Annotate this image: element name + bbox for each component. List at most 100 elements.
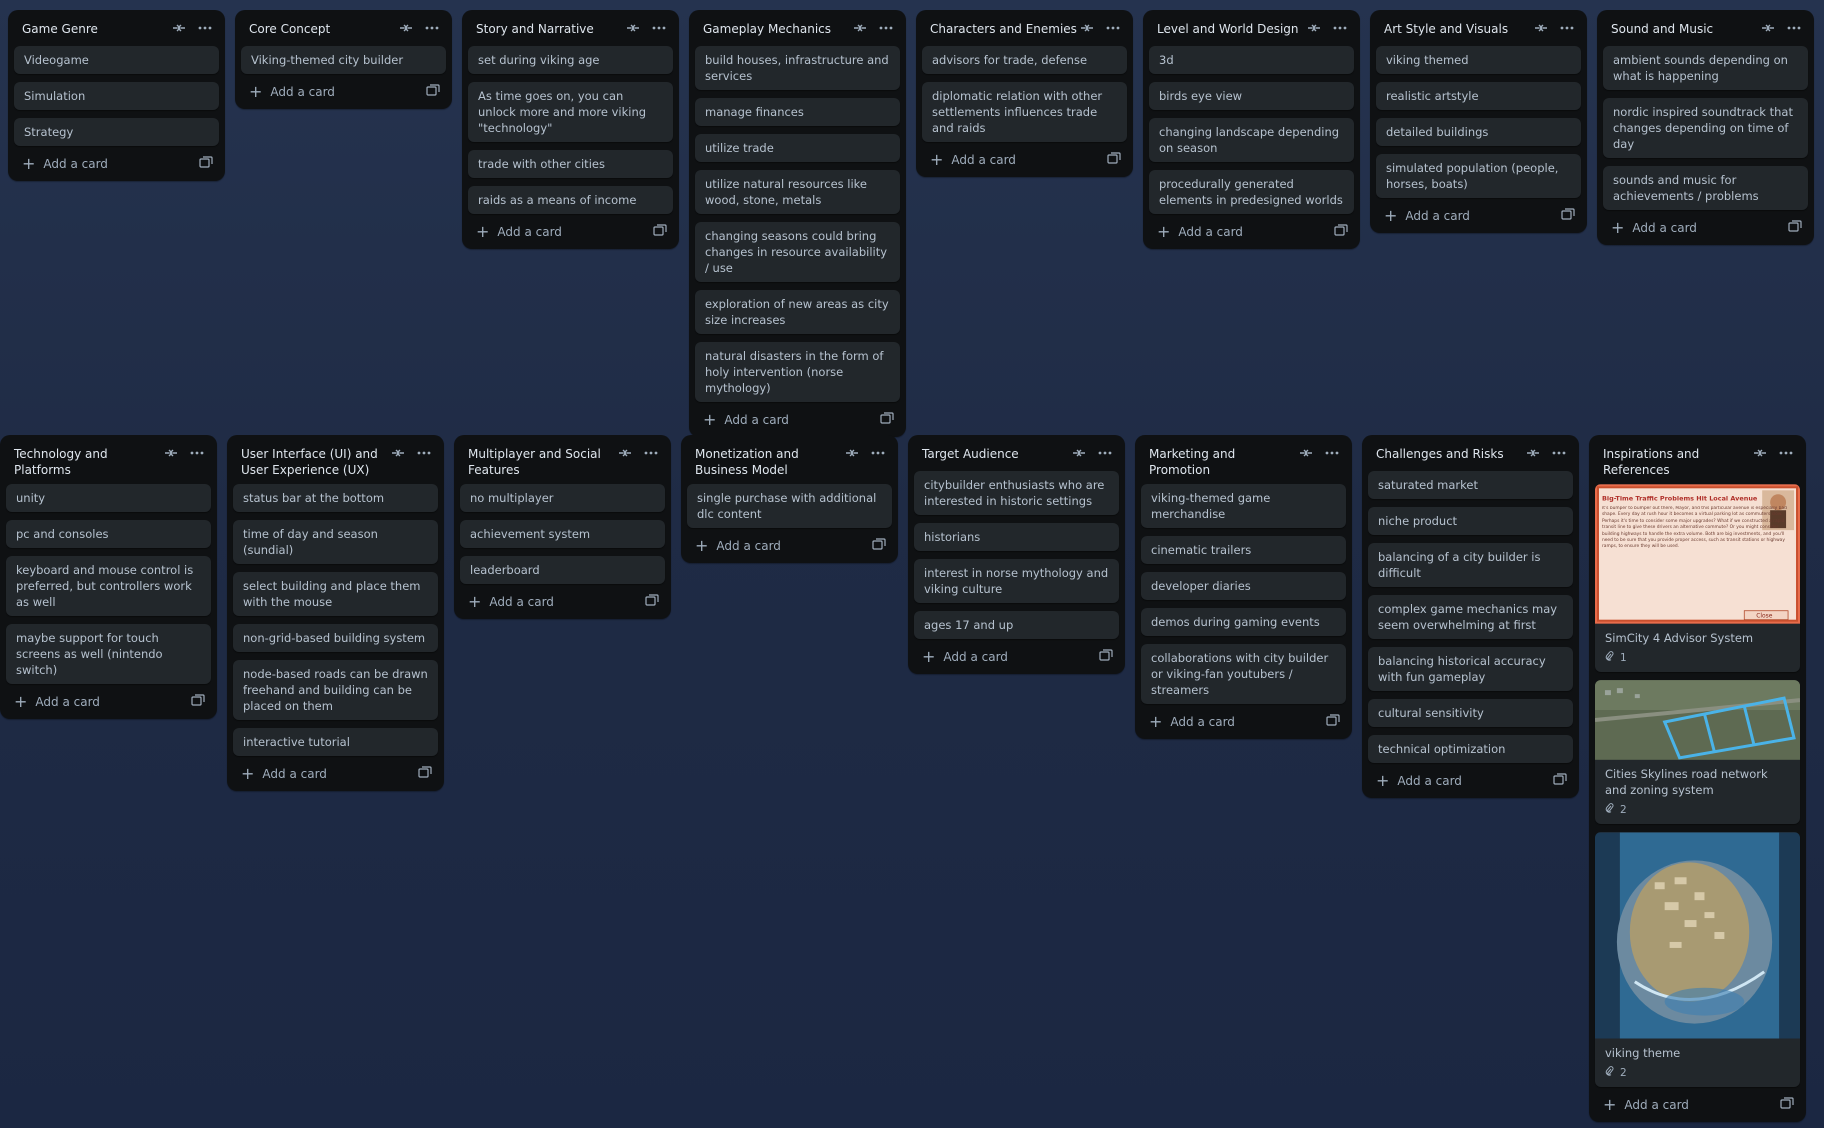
more-icon[interactable] (424, 20, 440, 36)
card[interactable]: maybe support for touch screens as well … (6, 624, 211, 684)
collapse-icon[interactable] (163, 445, 179, 461)
more-icon[interactable] (651, 20, 667, 36)
card[interactable]: set during viking age (468, 46, 673, 74)
add-card-button[interactable]: + Add a card (1384, 207, 1470, 223)
template-icon[interactable] (653, 224, 667, 239)
card[interactable]: balancing historical accuracy with fun g… (1368, 647, 1573, 691)
list-title[interactable]: Art Style and Visuals (1384, 20, 1533, 37)
add-card-button[interactable]: + Add a card (468, 593, 554, 609)
card[interactable]: status bar at the bottom (233, 484, 438, 512)
more-icon[interactable] (1097, 445, 1113, 461)
template-icon[interactable] (645, 594, 659, 609)
template-icon[interactable] (1107, 152, 1121, 167)
collapse-icon[interactable] (1298, 445, 1314, 461)
card[interactable]: developer diaries (1141, 572, 1346, 600)
card[interactable]: advisors for trade, defense (922, 46, 1127, 74)
card[interactable]: achievement system (460, 520, 665, 548)
collapse-icon[interactable] (398, 20, 414, 36)
list-title[interactable]: Inspirations and References (1603, 445, 1752, 478)
card[interactable]: procedurally generated elements in prede… (1149, 170, 1354, 214)
template-icon[interactable] (199, 156, 213, 171)
list-title[interactable]: Sound and Music (1611, 20, 1760, 37)
list-title[interactable]: Technology and Platforms (14, 445, 163, 478)
collapse-icon[interactable] (844, 445, 860, 461)
card[interactable]: saturated market (1368, 471, 1573, 499)
list-title[interactable]: User Interface (UI) and User Experience … (241, 445, 390, 478)
card[interactable]: Viking-themed city builder (241, 46, 446, 74)
add-card-button[interactable]: + Add a card (1611, 219, 1697, 235)
card[interactable]: natural disasters in the form of holy in… (695, 342, 900, 402)
card[interactable]: trade with other cities (468, 150, 673, 178)
add-card-button[interactable]: + Add a card (1603, 1096, 1689, 1112)
more-icon[interactable] (643, 445, 659, 461)
more-icon[interactable] (1559, 20, 1575, 36)
add-card-button[interactable]: + Add a card (930, 151, 1016, 167)
collapse-icon[interactable] (617, 445, 633, 461)
card[interactable]: Strategy (14, 118, 219, 146)
template-icon[interactable] (880, 412, 894, 427)
add-card-button[interactable]: + Add a card (22, 155, 108, 171)
card[interactable]: select building and place them with the … (233, 572, 438, 616)
card[interactable]: viking themed (1376, 46, 1581, 74)
collapse-icon[interactable] (1533, 20, 1549, 36)
card[interactable]: Simulation (14, 82, 219, 110)
add-card-button[interactable]: + Add a card (14, 693, 100, 709)
more-icon[interactable] (1778, 445, 1794, 461)
card[interactable]: Videogame (14, 46, 219, 74)
more-icon[interactable] (1324, 445, 1340, 461)
template-icon[interactable] (191, 694, 205, 709)
card[interactable]: As time goes on, you can unlock more and… (468, 82, 673, 142)
list-title[interactable]: Gameplay Mechanics (703, 20, 852, 37)
list-title[interactable]: Multiplayer and Social Features (468, 445, 617, 478)
card[interactable]: detailed buildings (1376, 118, 1581, 146)
list-title[interactable]: Characters and Enemies (930, 20, 1079, 37)
template-icon[interactable] (1326, 714, 1340, 729)
more-icon[interactable] (1786, 20, 1802, 36)
card[interactable]: birds eye view (1149, 82, 1354, 110)
card[interactable]: technical optimization (1368, 735, 1573, 763)
card[interactable]: complex game mechanics may seem overwhel… (1368, 595, 1573, 639)
card[interactable]: utilize natural resources like wood, sto… (695, 170, 900, 214)
card[interactable]: raids as a means of income (468, 186, 673, 214)
add-card-button[interactable]: + Add a card (703, 411, 789, 427)
list-title[interactable]: Game Genre (22, 20, 171, 37)
card[interactable]: 3d (1149, 46, 1354, 74)
list-title[interactable]: Target Audience (922, 445, 1071, 462)
card[interactable]: cinematic trailers (1141, 536, 1346, 564)
card[interactable]: leaderboard (460, 556, 665, 584)
card[interactable]: utilize trade (695, 134, 900, 162)
add-card-button[interactable]: + Add a card (249, 83, 335, 99)
card[interactable]: non-grid-based building system (233, 624, 438, 652)
list-title[interactable]: Core Concept (249, 20, 398, 37)
card[interactable]: sounds and music for achievements / prob… (1603, 166, 1808, 210)
template-icon[interactable] (426, 84, 440, 99)
list-title[interactable]: Challenges and Risks (1376, 445, 1525, 462)
card[interactable]: balancing of a city builder is difficult (1368, 543, 1573, 587)
add-card-button[interactable]: + Add a card (922, 648, 1008, 664)
card[interactable]: realistic artstyle (1376, 82, 1581, 110)
card[interactable]: changing landscape depending on season (1149, 118, 1354, 162)
list-title[interactable]: Monetization and Business Model (695, 445, 844, 478)
template-icon[interactable] (418, 766, 432, 781)
card[interactable]: historians (914, 523, 1119, 551)
template-icon[interactable] (1099, 649, 1113, 664)
add-card-button[interactable]: + Add a card (241, 765, 327, 781)
card[interactable]: single purchase with additional dlc cont… (687, 484, 892, 528)
card[interactable]: viking-themed game merchandise (1141, 484, 1346, 528)
card[interactable]: keyboard and mouse control is preferred,… (6, 556, 211, 616)
more-icon[interactable] (416, 445, 432, 461)
template-icon[interactable] (1788, 220, 1802, 235)
more-icon[interactable] (1105, 20, 1121, 36)
card[interactable]: time of day and season (sundial) (233, 520, 438, 564)
add-card-button[interactable]: + Add a card (695, 537, 781, 553)
card[interactable]: unity (6, 484, 211, 512)
list-title[interactable]: Marketing and Promotion (1149, 445, 1298, 478)
collapse-icon[interactable] (1071, 445, 1087, 461)
collapse-icon[interactable] (1306, 20, 1322, 36)
add-card-button[interactable]: + Add a card (1157, 223, 1243, 239)
card[interactable]: no multiplayer (460, 484, 665, 512)
collapse-icon[interactable] (852, 20, 868, 36)
add-card-button[interactable]: + Add a card (1376, 772, 1462, 788)
collapse-icon[interactable] (1525, 445, 1541, 461)
collapse-icon[interactable] (1760, 20, 1776, 36)
